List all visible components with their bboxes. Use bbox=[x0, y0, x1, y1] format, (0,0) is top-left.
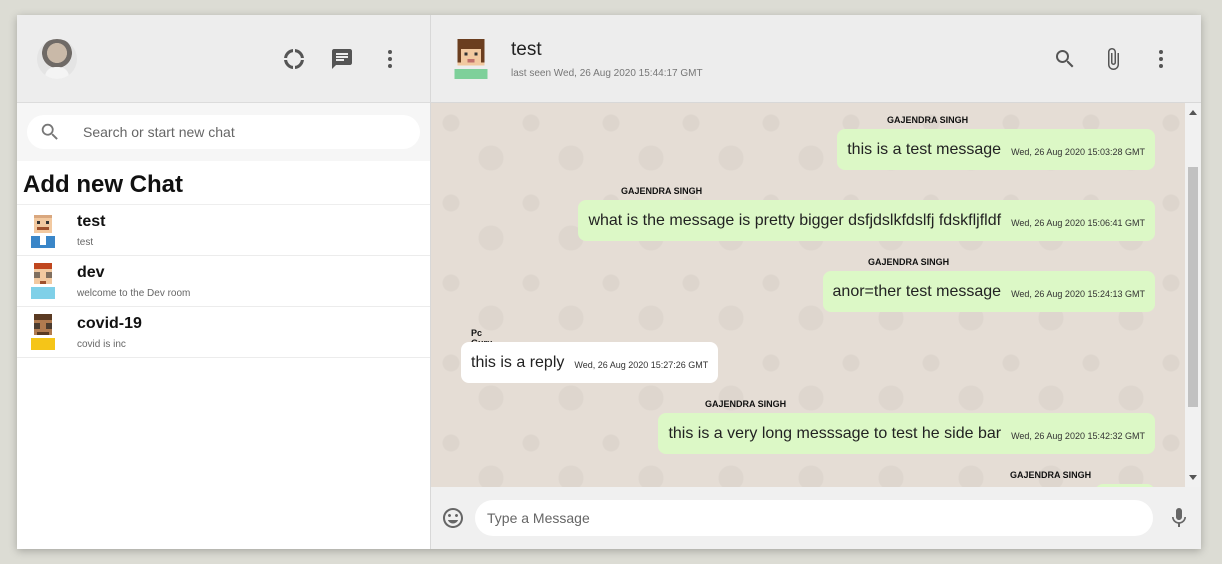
add-new-chat[interactable]: Add new Chat bbox=[17, 161, 430, 205]
room-last-message: covid is inc bbox=[77, 338, 126, 350]
search-container bbox=[17, 103, 430, 161]
chat-scrollbar[interactable] bbox=[1185, 103, 1201, 487]
room-last-message: test bbox=[77, 236, 94, 248]
search-icon bbox=[1056, 49, 1074, 67]
room-info: covid-19 covid is inc bbox=[77, 315, 142, 350]
message-sender: GAJENDRA SINGH bbox=[868, 257, 950, 267]
sidebar-menu-button[interactable] bbox=[370, 39, 410, 79]
chat-header-info: test last seen Wed, 26 Aug 2020 15:44:17… bbox=[511, 39, 703, 79]
more-vert-icon bbox=[388, 49, 392, 68]
search-box bbox=[27, 115, 420, 149]
attach-icon bbox=[1108, 47, 1119, 70]
message-sender: GAJENDRA SINGH bbox=[887, 115, 969, 125]
message-text: this is a very long messsage to test he … bbox=[668, 424, 1002, 442]
mic-button[interactable] bbox=[1167, 498, 1191, 538]
scroll-thumb[interactable] bbox=[1188, 167, 1198, 407]
message-time: Wed, 26 Aug 2020 15:42:32 GMT bbox=[1011, 430, 1145, 441]
message-text: this is a test message bbox=[847, 140, 1002, 158]
message-time: Wed, 26 Aug 2020 15:03:28 GMT bbox=[1011, 146, 1145, 157]
message-time: Wed, 26 Aug 2020 15:24:13 GMT bbox=[1011, 288, 1145, 299]
status-icon bbox=[284, 48, 304, 69]
message-input[interactable] bbox=[475, 500, 1153, 536]
sidebar-header bbox=[17, 15, 430, 103]
chat-search-button[interactable] bbox=[1045, 39, 1085, 79]
chat-menu-button[interactable] bbox=[1141, 39, 1181, 79]
room-avatar bbox=[31, 263, 55, 299]
message-bubble: this is a very long messsage to test he … bbox=[658, 413, 1155, 454]
emoji-icon bbox=[443, 508, 463, 528]
user-avatar[interactable] bbox=[37, 38, 77, 79]
new-chat-button[interactable] bbox=[322, 39, 362, 79]
chat-room-item[interactable]: covid-19 covid is inc bbox=[17, 307, 430, 358]
attach-button[interactable] bbox=[1093, 39, 1133, 79]
message-time: Wed, 26 Aug 2020 15:27:26 GMT bbox=[574, 359, 709, 370]
message-sender: GAJENDRA SINGH bbox=[1010, 470, 1092, 480]
search-icon bbox=[41, 123, 58, 140]
chat-header: test last seen Wed, 26 Aug 2020 15:44:17… bbox=[431, 15, 1201, 103]
search-input[interactable] bbox=[83, 124, 408, 140]
message-bubble: what is the message is pretty bigger dsf… bbox=[578, 200, 1155, 241]
room-info: dev welcome to the Dev room bbox=[77, 264, 190, 299]
message-bubble: this is a test message Wed, 26 Aug 2020 … bbox=[837, 129, 1155, 170]
scroll-up-arrow[interactable] bbox=[1189, 110, 1197, 115]
message-sender: GAJENDRA SINGH bbox=[621, 186, 703, 196]
status-button[interactable] bbox=[274, 39, 314, 79]
message-bubble bbox=[1095, 484, 1155, 487]
chat-avatar bbox=[454, 38, 488, 79]
message-text: what is the message is pretty bigger dsf… bbox=[588, 211, 1002, 229]
chat-room-item[interactable]: dev welcome to the Dev room bbox=[17, 256, 430, 307]
last-seen: last seen Wed, 26 Aug 2020 15:44:17 GMT bbox=[511, 67, 703, 79]
message-footer bbox=[431, 487, 1201, 549]
room-name: test bbox=[77, 212, 106, 230]
message-time: Wed, 26 Aug 2020 15:06:41 GMT bbox=[1011, 217, 1145, 228]
scroll-down-arrow[interactable] bbox=[1189, 475, 1197, 480]
chat-panel: test last seen Wed, 26 Aug 2020 15:44:17… bbox=[431, 15, 1201, 549]
chat-title: test bbox=[511, 38, 542, 60]
room-avatar bbox=[31, 314, 55, 350]
message-text: this is a reply bbox=[471, 353, 565, 371]
room-last-message: welcome to the Dev room bbox=[77, 287, 191, 299]
room-name: dev bbox=[77, 263, 105, 281]
app-window: Add new Chat test test bbox=[17, 15, 1201, 549]
room-info: test test bbox=[77, 213, 105, 248]
more-vert-icon bbox=[1159, 49, 1163, 68]
chat-room-item[interactable]: test test bbox=[17, 205, 430, 256]
mic-icon bbox=[1172, 508, 1186, 527]
message-bubble: this is a reply Wed, 26 Aug 2020 15:27:2… bbox=[461, 342, 719, 383]
room-avatar bbox=[31, 215, 55, 248]
room-name: covid-19 bbox=[77, 314, 142, 332]
emoji-button[interactable] bbox=[441, 498, 465, 538]
message-text: anor=ther test message bbox=[832, 282, 1002, 300]
message-sender: GAJENDRA SINGH bbox=[705, 399, 787, 409]
chat-body[interactable]: GAJENDRA SINGH this is a test message We… bbox=[431, 103, 1201, 487]
message-bubble: anor=ther test message Wed, 26 Aug 2020 … bbox=[822, 271, 1155, 312]
sidebar: Add new Chat test test bbox=[17, 15, 431, 549]
message-icon bbox=[332, 48, 352, 69]
